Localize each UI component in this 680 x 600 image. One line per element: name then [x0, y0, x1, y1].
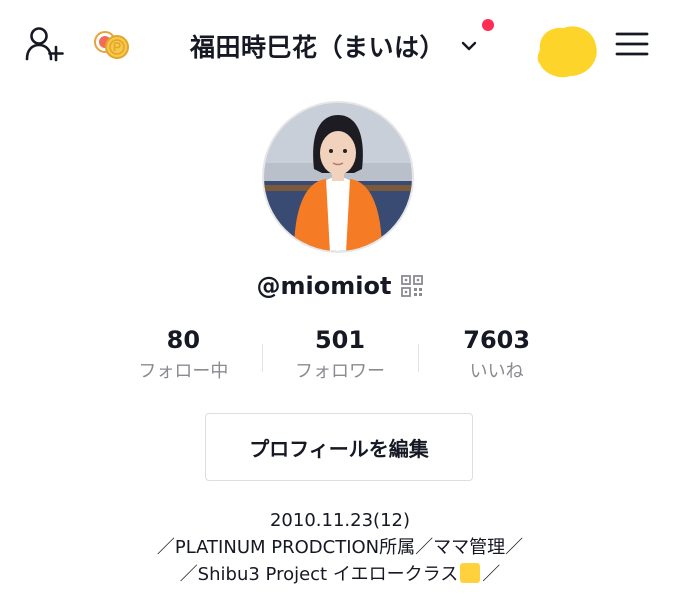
stat-label: フォロー中 — [138, 361, 229, 382]
stat-value: 501 — [314, 326, 366, 354]
followers-stat[interactable]: 501 フォロワー — [261, 322, 419, 394]
handle-row: @miomiot — [0, 272, 680, 300]
edit-profile-button[interactable]: プロフィールを編集 — [205, 413, 473, 481]
avatar-photo — [264, 103, 412, 251]
username-handle: @miomiot — [256, 272, 392, 300]
bio-project-end: ／ — [482, 564, 501, 585]
coin-icon — [94, 31, 129, 59]
following-stat[interactable]: 80 フォロー中 — [105, 322, 262, 394]
profile-stats: 80 フォロー中 501 フォロワー 7603 いいね — [105, 322, 575, 394]
account-switcher[interactable]: 福田時巳花（まいは） — [190, 26, 479, 66]
notification-dot — [482, 19, 494, 31]
sticker-blob-icon — [537, 26, 597, 78]
qr-code-icon[interactable] — [401, 275, 424, 297]
menu-icon — [615, 32, 649, 56]
add-user-button[interactable] — [24, 24, 66, 64]
bio-agency: ／PLATINUM PRODCTION所属／ママ管理／ — [156, 537, 524, 558]
profile-bio: 2010.11.23(12) ／PLATINUM PRODCTION所属／ママ管… — [0, 507, 680, 588]
sticker-blob[interactable] — [530, 20, 602, 82]
coins-button[interactable] — [90, 28, 136, 62]
stat-label: いいね — [469, 361, 524, 382]
stat-label: フォロワー — [295, 361, 385, 382]
yellow-square-emoji — [460, 563, 481, 583]
page-title: 福田時巳花（まいは） — [190, 33, 446, 62]
chevron-down-icon — [459, 36, 479, 56]
profile-header: 福田時巳花（まいは） — [0, 0, 680, 90]
bio-project-text: ／Shibu3 Project イエロークラス — [179, 564, 459, 585]
avatar[interactable] — [262, 101, 414, 253]
bio-project: ／Shibu3 Project イエロークラス ／ — [0, 561, 680, 588]
stat-value: 7603 — [463, 326, 531, 354]
menu-button[interactable] — [612, 28, 652, 60]
add-user-icon — [25, 27, 64, 62]
stat-value: 80 — [166, 326, 201, 354]
likes-stat[interactable]: 7603 いいね — [418, 322, 575, 394]
bio-birthday: 2010.11.23(12) — [269, 510, 410, 531]
